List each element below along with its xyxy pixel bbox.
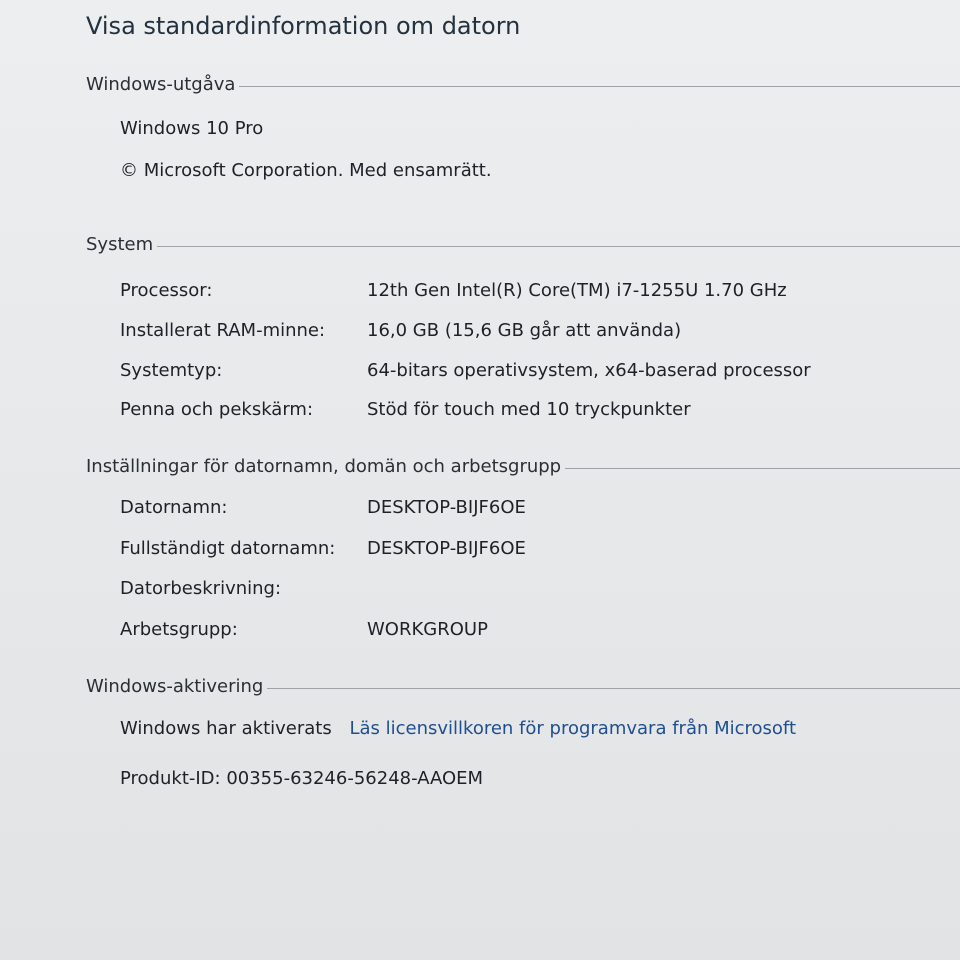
row-value: 64-bitars operativsystem, x64-baserad pr… <box>367 360 811 381</box>
row-key: Penna och pekskärm: <box>120 399 314 420</box>
windows-edition-name: Windows 10 Pro <box>120 118 264 139</box>
row-value: 12th Gen Intel(R) Core(TM) i7-1255U 1.70… <box>367 280 787 301</box>
product-id: Produkt-ID: 00355-63246-56248-AAOEM <box>120 768 484 789</box>
system-row-system-type: Systemtyp: 64-bitars operativsystem, x64… <box>120 360 960 388</box>
row-key: Systemtyp: <box>120 360 223 381</box>
row-value: 16,0 GB (15,6 GB går att använda) <box>367 320 682 341</box>
row-value: Stöd för touch med 10 tryckpunkter <box>367 399 691 420</box>
section-divider <box>157 245 960 247</box>
section-label-computer-name: Inställningar för datornamn, domän och a… <box>86 455 562 477</box>
copyright-text: © Microsoft Corporation. Med ensamrätt. <box>120 160 492 181</box>
section-label-system: System <box>86 233 154 255</box>
row-key: Installerat RAM-minne: <box>120 320 326 341</box>
activation-status-row: Windows har aktiverats Läs licensvillkor… <box>120 718 796 739</box>
section-header-system: System <box>86 230 960 258</box>
section-header-windows-edition: Windows-utgåva <box>86 70 960 98</box>
system-row-ram: Installerat RAM-minne: 16,0 GB (15,6 GB … <box>120 320 960 348</box>
system-row-pen-touch: Penna och pekskärm: Stöd för touch med 1… <box>120 399 960 427</box>
row-value: DESKTOP-BIJF6OE <box>367 497 526 518</box>
section-header-activation: Windows-aktivering <box>86 672 960 700</box>
section-label-windows-edition: Windows-utgåva <box>86 73 236 95</box>
section-divider <box>267 687 960 689</box>
row-value: WORKGROUP <box>367 619 488 640</box>
computer-row-full-name: Fullständigt datornamn: DESKTOP-BIJF6OE <box>120 538 960 566</box>
row-value: DESKTOP-BIJF6OE <box>367 538 526 559</box>
row-key: Fullständigt datornamn: <box>120 538 336 559</box>
section-divider <box>565 467 960 469</box>
row-key: Processor: <box>120 280 213 301</box>
row-key: Arbetsgrupp: <box>120 619 238 640</box>
license-terms-link[interactable]: Läs licensvillkoren för programvara från… <box>349 718 796 739</box>
section-divider <box>239 85 960 87</box>
row-key: Datorbeskrivning: <box>120 578 282 599</box>
row-key: Datornamn: <box>120 497 228 518</box>
system-row-processor: Processor: 12th Gen Intel(R) Core(TM) i7… <box>120 280 960 308</box>
system-info-window: Visa standardinformation om datorn Windo… <box>0 0 960 960</box>
activation-status: Windows har aktiverats <box>120 718 332 739</box>
section-label-activation: Windows-aktivering <box>86 675 264 697</box>
computer-row-name: Datornamn: DESKTOP-BIJF6OE <box>120 497 960 525</box>
computer-row-workgroup: Arbetsgrupp: WORKGROUP <box>120 619 960 647</box>
section-header-computer-name: Inställningar för datornamn, domän och a… <box>86 452 960 480</box>
page-title: Visa standardinformation om datorn <box>86 12 521 40</box>
computer-row-description: Datorbeskrivning: <box>120 578 960 606</box>
